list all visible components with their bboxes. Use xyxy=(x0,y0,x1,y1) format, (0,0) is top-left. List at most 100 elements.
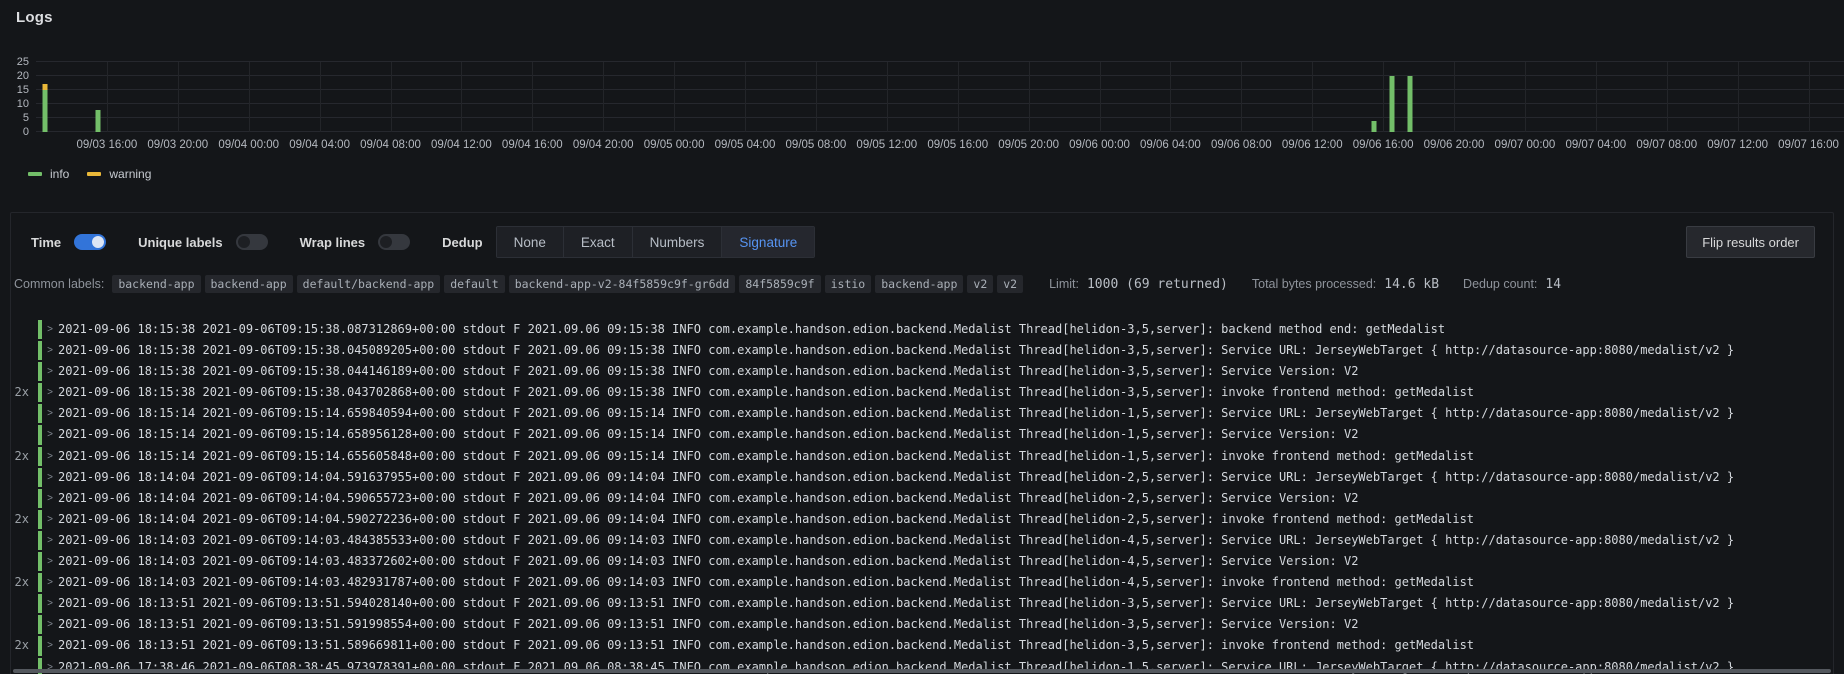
duplicate-count-badge xyxy=(11,403,38,424)
x-axis: 09/03 16:0009/03 20:0009/04 00:0009/04 0… xyxy=(36,137,1844,153)
x-gridline xyxy=(532,62,533,132)
log-row[interactable]: 2x>2021-09-06 18:15:38 2021-09-06T09:15:… xyxy=(11,382,1833,403)
log-row[interactable]: >2021-09-06 18:14:04 2021-09-06T09:14:04… xyxy=(11,488,1833,509)
duplicate-count-badge: 2x xyxy=(11,509,38,530)
common-label-badge: v2 xyxy=(967,275,993,293)
x-gridline xyxy=(1809,62,1810,132)
duplicate-count-badge xyxy=(11,467,38,488)
log-row[interactable]: >2021-09-06 18:14:03 2021-09-06T09:14:03… xyxy=(11,530,1833,551)
log-row[interactable]: >2021-09-06 18:15:38 2021-09-06T09:15:38… xyxy=(11,361,1833,382)
log-row[interactable]: 2x>2021-09-06 18:15:14 2021-09-06T09:15:… xyxy=(11,446,1833,467)
x-axis-tick-label: 09/05 12:00 xyxy=(856,139,917,151)
log-line-text: 2021-09-06 18:15:14 2021-09-06T09:15:14.… xyxy=(58,403,1734,424)
common-label-badge: 84f5859c9f xyxy=(739,275,820,293)
unique-labels-toggle[interactable] xyxy=(236,234,268,250)
legend-label: info xyxy=(50,167,69,181)
common-label-badge: default/backend-app xyxy=(297,275,441,293)
x-axis-tick-label: 09/06 00:00 xyxy=(1069,139,1130,151)
log-row[interactable]: 2x>2021-09-06 18:13:51 2021-09-06T09:13:… xyxy=(11,635,1833,656)
duplicate-count-badge xyxy=(11,530,38,551)
x-axis-tick-label: 09/03 16:00 xyxy=(77,139,138,151)
x-axis-tick-label: 09/07 16:00 xyxy=(1778,139,1839,151)
log-line-text: 2021-09-06 18:13:51 2021-09-06T09:13:51.… xyxy=(58,635,1474,656)
x-axis-tick-label: 09/07 12:00 xyxy=(1707,139,1768,151)
y-gridline xyxy=(36,131,1844,132)
duplicate-count-badge xyxy=(11,614,38,635)
log-line-text: 2021-09-06 18:15:14 2021-09-06T09:15:14.… xyxy=(58,424,1358,445)
time-toggle-label: Time xyxy=(31,235,61,250)
x-axis-tick-label: 09/06 04:00 xyxy=(1140,139,1201,151)
horizontal-scrollbar[interactable] xyxy=(13,669,1831,673)
x-gridline xyxy=(1525,62,1526,132)
expand-chevron-icon: > xyxy=(42,530,58,551)
expand-chevron-icon: > xyxy=(42,635,58,656)
dedup-count-value: 14 xyxy=(1545,277,1561,292)
x-axis-tick-label: 09/04 20:00 xyxy=(573,139,634,151)
x-gridline xyxy=(461,62,462,132)
flip-results-order-button[interactable]: Flip results order xyxy=(1686,226,1815,258)
x-axis-tick-label: 09/05 00:00 xyxy=(644,139,705,151)
x-gridline xyxy=(1241,62,1242,132)
toggle-knob xyxy=(380,236,392,248)
x-axis-tick-label: 09/06 20:00 xyxy=(1424,139,1485,151)
x-axis-tick-label: 09/06 16:00 xyxy=(1353,139,1414,151)
info-series-swatch-icon xyxy=(28,172,42,176)
dedup-option-signature[interactable]: Signature xyxy=(721,227,814,257)
x-gridline xyxy=(1667,62,1668,132)
y-gridline xyxy=(36,89,1844,90)
common-label-badge: v2 xyxy=(997,275,1023,293)
duplicate-count-badge xyxy=(11,361,38,382)
common-labels-label: Common labels: xyxy=(14,277,104,291)
x-gridline xyxy=(1170,62,1171,132)
dedup-option-none[interactable]: None xyxy=(497,227,563,257)
log-row[interactable]: >2021-09-06 18:14:04 2021-09-06T09:14:04… xyxy=(11,467,1833,488)
log-row[interactable]: >2021-09-06 18:13:51 2021-09-06T09:13:51… xyxy=(11,614,1833,635)
expand-chevron-icon: > xyxy=(42,340,58,361)
warning-bar xyxy=(42,84,47,90)
x-axis-tick-label: 09/07 00:00 xyxy=(1495,139,1556,151)
logs-volume-chart: 0510152025 xyxy=(0,62,1844,132)
duplicate-count-badge: 2x xyxy=(11,382,38,403)
x-gridline xyxy=(391,62,392,132)
log-line-text: 2021-09-06 18:14:03 2021-09-06T09:14:03.… xyxy=(58,530,1734,551)
log-row[interactable]: 2x>2021-09-06 18:14:04 2021-09-06T09:14:… xyxy=(11,509,1833,530)
x-gridline xyxy=(887,62,888,132)
expand-chevron-icon: > xyxy=(42,509,58,530)
log-line-text: 2021-09-06 18:15:38 2021-09-06T09:15:38.… xyxy=(58,382,1474,403)
log-line-text: 2021-09-06 18:14:03 2021-09-06T09:14:03.… xyxy=(58,551,1358,572)
dedup-radio-group: NoneExactNumbersSignature xyxy=(496,226,816,258)
log-rows-list: >2021-09-06 18:15:38 2021-09-06T09:15:38… xyxy=(11,319,1833,674)
duplicate-count-badge: 2x xyxy=(11,446,38,467)
log-row[interactable]: >2021-09-06 18:15:14 2021-09-06T09:15:14… xyxy=(11,424,1833,445)
log-line-text: 2021-09-06 18:13:51 2021-09-06T09:13:51.… xyxy=(58,593,1734,614)
log-line-text: 2021-09-06 18:14:03 2021-09-06T09:14:03.… xyxy=(58,572,1474,593)
log-row[interactable]: 2x>2021-09-06 18:14:03 2021-09-06T09:14:… xyxy=(11,572,1833,593)
wrap-lines-toggle[interactable] xyxy=(378,234,410,250)
dedup-option-exact[interactable]: Exact xyxy=(563,227,632,257)
log-line-text: 2021-09-06 18:14:04 2021-09-06T09:14:04.… xyxy=(58,488,1358,509)
logs-panel: Logs 0510152025 09/03 16:0009/03 20:0009… xyxy=(0,0,1844,674)
x-axis-tick-label: 09/07 08:00 xyxy=(1636,139,1697,151)
log-row[interactable]: >2021-09-06 18:14:03 2021-09-06T09:14:03… xyxy=(11,551,1833,572)
x-gridline xyxy=(1100,62,1101,132)
log-controls-row: Time Unique labels Wrap lines Dedup None… xyxy=(11,213,1833,258)
log-row[interactable]: >2021-09-06 18:15:38 2021-09-06T09:15:38… xyxy=(11,319,1833,340)
expand-chevron-icon: > xyxy=(42,572,58,593)
log-row[interactable]: >2021-09-06 18:15:14 2021-09-06T09:15:14… xyxy=(11,403,1833,424)
log-row[interactable]: >2021-09-06 18:15:38 2021-09-06T09:15:38… xyxy=(11,340,1833,361)
log-row[interactable]: >2021-09-06 18:13:51 2021-09-06T09:13:51… xyxy=(11,593,1833,614)
x-axis-tick-label: 09/04 08:00 xyxy=(360,139,421,151)
time-toggle[interactable] xyxy=(74,234,106,250)
duplicate-count-badge xyxy=(11,340,38,361)
x-gridline xyxy=(178,62,179,132)
legend-item-info[interactable]: info xyxy=(28,167,69,181)
x-axis-tick-label: 09/04 16:00 xyxy=(502,139,563,151)
toggle-knob xyxy=(238,236,250,248)
dedup-option-numbers[interactable]: Numbers xyxy=(632,227,722,257)
legend-item-warning[interactable]: warning xyxy=(87,167,151,181)
y-axis-tick-label: 5 xyxy=(23,112,29,124)
y-axis-tick-label: 15 xyxy=(17,84,29,96)
info-bar xyxy=(96,110,101,132)
y-gridline xyxy=(36,61,1844,62)
duplicate-count-badge: 2x xyxy=(11,635,38,656)
